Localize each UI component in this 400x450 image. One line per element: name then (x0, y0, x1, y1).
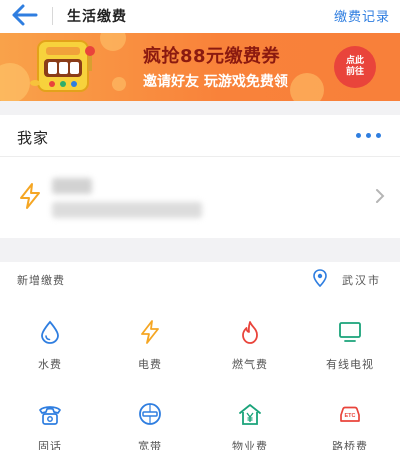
telephone-icon (39, 406, 61, 425)
banner-headline: 疯抢88元缴费券 (143, 46, 281, 67)
category-water[interactable]: 水费 (0, 320, 100, 390)
flame-icon (242, 321, 258, 344)
etc-car-icon: ETC (340, 406, 360, 422)
svg-text:ETC: ETC (345, 413, 356, 419)
category-cable-tv[interactable]: 有线电视 (300, 320, 400, 390)
location-pin-icon[interactable] (313, 269, 327, 288)
my-home-header: 我家 (0, 115, 400, 157)
property-house-icon (239, 404, 261, 425)
category-landline[interactable]: 固话 (0, 402, 100, 450)
header-divider (52, 7, 53, 25)
back-arrow-icon[interactable] (8, 2, 40, 28)
category-electricity[interactable]: 电费 (100, 320, 200, 390)
category-property[interactable]: 物业费 (200, 402, 300, 450)
category-broadband[interactable]: 宽带 (100, 402, 200, 450)
banner-bubble (290, 73, 324, 101)
section-gap (0, 238, 400, 262)
lightning-icon (141, 320, 159, 344)
banner-bubble (0, 63, 30, 101)
slot-machine-icon (30, 37, 102, 97)
category-label: 水费 (38, 358, 62, 371)
banner-cta-label: 点此前往 (345, 56, 364, 77)
category-label: 有线电视 (326, 358, 374, 371)
water-drop-icon (41, 320, 59, 344)
category-label: 燃气费 (232, 358, 268, 371)
promo-banner[interactable]: 疯抢88元缴费券 邀请好友 玩游戏免费领 点此前往 (0, 33, 400, 101)
banner-cta-button[interactable]: 点此前往 (334, 46, 376, 88)
banner-bubble (112, 77, 126, 91)
electricity-icon (17, 182, 43, 210)
account-number-blurred (52, 202, 202, 218)
banner-subline: 邀请好友 玩游戏免费领 (143, 74, 288, 90)
banner-bubble (100, 33, 126, 51)
more-dots-icon[interactable] (356, 127, 382, 143)
category-label: 物业费 (232, 440, 268, 450)
category-label: 路桥费 (332, 440, 368, 450)
tv-icon (339, 322, 361, 342)
chevron-right-icon (374, 188, 386, 204)
top-nav-bar: 生活缴费 缴费记录 (0, 0, 400, 33)
payment-records-link[interactable]: 缴费记录 (334, 6, 390, 25)
my-home-title: 我家 (17, 129, 50, 147)
new-payment-bar: 新增缴费 武汉市 (0, 262, 400, 296)
page-title: 生活缴费 (67, 9, 127, 25)
category-gas[interactable]: 燃气费 (200, 320, 300, 390)
category-label: 电费 (138, 358, 162, 371)
broadband-icon (139, 403, 161, 425)
category-label: 固话 (38, 440, 62, 450)
saved-account-item[interactable] (0, 158, 400, 238)
category-road-bridge[interactable]: ETC 路桥费 (300, 402, 400, 450)
city-selector[interactable]: 武汉市 (342, 272, 381, 288)
new-payment-label: 新增缴费 (17, 274, 65, 287)
account-name-blurred (52, 178, 92, 194)
category-label: 宽带 (138, 440, 162, 450)
section-gap (0, 101, 400, 115)
